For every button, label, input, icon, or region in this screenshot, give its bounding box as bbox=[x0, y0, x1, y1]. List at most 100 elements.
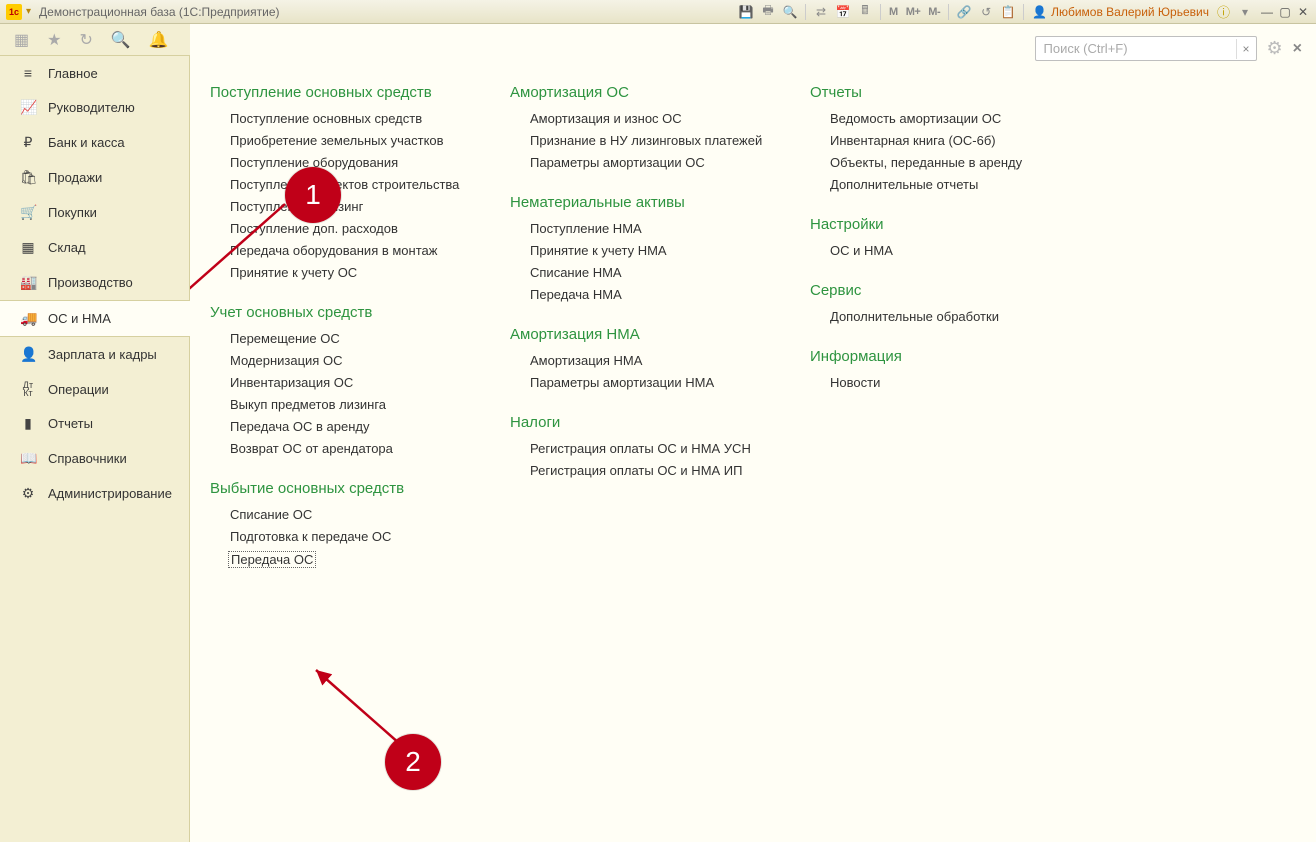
group-header[interactable]: Амортизация НМА bbox=[510, 326, 770, 343]
sidebar-item-8[interactable]: 👤Зарплата и кадры bbox=[0, 337, 189, 372]
search-clear-button[interactable]: × bbox=[1236, 39, 1256, 59]
group-item[interactable]: Приобретение земельных участков bbox=[230, 133, 444, 148]
group-item[interactable]: Объекты, переданные в аренду bbox=[830, 155, 1022, 170]
group-item[interactable]: Регистрация оплаты ОС и НМА УСН bbox=[530, 441, 751, 456]
calc-icon[interactable]: 🖩 bbox=[858, 5, 872, 19]
compare-icon[interactable]: ⇄ bbox=[814, 5, 828, 19]
group-header[interactable]: Информация bbox=[810, 348, 1070, 365]
group-item[interactable]: Передача ОС bbox=[228, 551, 316, 568]
group-item[interactable]: Дополнительные обработки bbox=[830, 309, 999, 324]
group-item[interactable]: Возврат ОС от арендатора bbox=[230, 441, 393, 456]
sidebar-item-9[interactable]: ДтКтОперации bbox=[0, 372, 189, 406]
info-icon[interactable]: ⓘ bbox=[1217, 2, 1230, 21]
history-icon[interactable]: ↻ bbox=[79, 30, 92, 50]
truck-icon: 🚚 bbox=[20, 310, 36, 327]
group-item[interactable]: Принятие к учету ОС bbox=[230, 265, 357, 280]
sections-columns: Поступление основных средств Поступление … bbox=[210, 84, 1296, 592]
group-header[interactable]: Налоги bbox=[510, 414, 770, 431]
bell-icon[interactable]: 🔔 bbox=[149, 30, 169, 50]
save-icon[interactable]: 💾 bbox=[739, 5, 753, 19]
group-items: Новости bbox=[810, 375, 1070, 390]
group-item[interactable]: Списание НМА bbox=[530, 265, 622, 280]
sidebar-item-2[interactable]: ₽Банк и касса bbox=[0, 125, 189, 160]
sidebar-item-7[interactable]: 🚚ОС и НМА bbox=[0, 300, 190, 337]
history-icon[interactable]: ↺ bbox=[979, 5, 993, 19]
group-item[interactable]: Поступление объектов строительства bbox=[230, 177, 459, 192]
sidebar-item-12[interactable]: ⚙Администрирование bbox=[0, 476, 189, 511]
group-item[interactable]: Передача ОС в аренду bbox=[230, 419, 369, 434]
group-2-1: Настройки ОС и НМА bbox=[810, 216, 1070, 258]
group-header[interactable]: Выбытие основных средств bbox=[210, 480, 470, 497]
sidebar-item-label: Справочники bbox=[48, 451, 127, 466]
print-icon[interactable]: 🖶 bbox=[761, 5, 775, 19]
group-header[interactable]: Нематериальные активы bbox=[510, 194, 770, 211]
group-item[interactable]: ОС и НМА bbox=[830, 243, 893, 258]
group-item[interactable]: Признание в НУ лизинговых платежей bbox=[530, 133, 762, 148]
preview-icon[interactable]: 🔍 bbox=[783, 5, 797, 19]
m-minus-icon[interactable]: M- bbox=[928, 6, 940, 18]
sidebar-item-10[interactable]: ▮Отчеты bbox=[0, 406, 189, 441]
search-icon[interactable]: 🔍 bbox=[111, 30, 131, 50]
sidebar-item-5[interactable]: ▦Склад bbox=[0, 230, 189, 265]
group-item[interactable]: Параметры амортизации НМА bbox=[530, 375, 714, 390]
star-icon[interactable]: ★ bbox=[47, 30, 61, 50]
group-items: ОС и НМА bbox=[810, 243, 1070, 258]
group-item[interactable]: Поступление основных средств bbox=[230, 111, 422, 126]
dropdown-icon[interactable]: ▾ bbox=[26, 6, 31, 17]
sidebar-item-1[interactable]: 📈Руководителю bbox=[0, 90, 189, 125]
group-item[interactable]: Ведомость амортизации ОС bbox=[830, 111, 1001, 126]
group-item[interactable]: Списание ОС bbox=[230, 507, 312, 522]
menu-dropdown-icon[interactable]: ▾ bbox=[1238, 5, 1252, 19]
sidebar-item-0[interactable]: ≡Главное bbox=[0, 56, 189, 90]
group-items: Дополнительные обработки bbox=[810, 309, 1070, 324]
search-box[interactable]: × bbox=[1035, 36, 1257, 61]
minimize-button[interactable]: — bbox=[1260, 5, 1274, 19]
close-panel-icon[interactable]: × bbox=[1293, 40, 1302, 58]
group-header[interactable]: Учет основных средств bbox=[210, 304, 470, 321]
sidebar-item-4[interactable]: 🛒Покупки bbox=[0, 195, 189, 230]
group-item[interactable]: Параметры амортизации ОС bbox=[530, 155, 705, 170]
sidebar-item-11[interactable]: 📖Справочники bbox=[0, 441, 189, 476]
calendar-icon[interactable]: 📅 bbox=[836, 5, 850, 19]
group-header[interactable]: Амортизация ОС bbox=[510, 84, 770, 101]
group-item[interactable]: Модернизация ОС bbox=[230, 353, 342, 368]
group-item[interactable]: Новости bbox=[830, 375, 880, 390]
group-item[interactable]: Принятие к учету НМА bbox=[530, 243, 667, 258]
group-item[interactable]: Выкуп предметов лизинга bbox=[230, 397, 386, 412]
bars-icon: ▮ bbox=[20, 415, 36, 432]
group-item[interactable]: Амортизация НМА bbox=[530, 353, 642, 368]
group-item[interactable]: Передача НМА bbox=[530, 287, 622, 302]
bag-icon: 🛍 bbox=[20, 169, 36, 186]
group-item[interactable]: Регистрация оплаты ОС и НМА ИП bbox=[530, 463, 743, 478]
link-icon[interactable]: 🔗 bbox=[957, 5, 971, 19]
group-item[interactable]: Передача оборудования в монтаж bbox=[230, 243, 437, 258]
group-header[interactable]: Отчеты bbox=[810, 84, 1070, 101]
app-logo: 1c bbox=[6, 4, 22, 20]
maximize-button[interactable]: ▢ bbox=[1278, 5, 1292, 19]
group-item[interactable]: Перемещение ОС bbox=[230, 331, 340, 346]
group-item[interactable]: Дополнительные отчеты bbox=[830, 177, 978, 192]
m-plus-icon[interactable]: M+ bbox=[906, 6, 921, 18]
sidebar-item-3[interactable]: 🛍Продажи bbox=[0, 160, 189, 195]
copy-icon[interactable]: 📋 bbox=[1001, 5, 1015, 19]
group-item[interactable]: Поступление НМА bbox=[530, 221, 642, 236]
search-input[interactable] bbox=[1036, 37, 1236, 60]
close-button[interactable]: ✕ bbox=[1296, 5, 1310, 19]
sidebar-item-6[interactable]: 🏭Производство bbox=[0, 265, 189, 300]
column-1: Амортизация ОС Амортизация и износ ОС Приз… bbox=[510, 84, 770, 592]
group-item[interactable]: Поступление доп. расходов bbox=[230, 221, 398, 236]
group-item[interactable]: Амортизация и износ ОС bbox=[530, 111, 682, 126]
apps-icon[interactable]: ▦ bbox=[14, 30, 29, 50]
group-item[interactable]: Инвентаризация ОС bbox=[230, 375, 353, 390]
group-item[interactable]: Подготовка к передаче ОС bbox=[230, 529, 391, 544]
group-header[interactable]: Поступление основных средств bbox=[210, 84, 470, 101]
group-items: Поступление НМА Принятие к учету НМА Списа… bbox=[510, 221, 770, 302]
group-header[interactable]: Сервис bbox=[810, 282, 1070, 299]
group-item[interactable]: Инвентарная книга (ОС-6б) bbox=[830, 133, 996, 148]
m-icon[interactable]: M bbox=[889, 6, 898, 18]
user-badge[interactable]: 👤 Любимов Валерий Юрьевич bbox=[1032, 5, 1209, 19]
group-header[interactable]: Настройки bbox=[810, 216, 1070, 233]
settings-icon[interactable]: ⚙ bbox=[1267, 38, 1283, 59]
sidebar: ▦ ★ ↻ 🔍 🔔 ≡Главное📈Руководителю₽Банк и к… bbox=[0, 24, 190, 842]
ruble-icon: ₽ bbox=[20, 134, 36, 151]
